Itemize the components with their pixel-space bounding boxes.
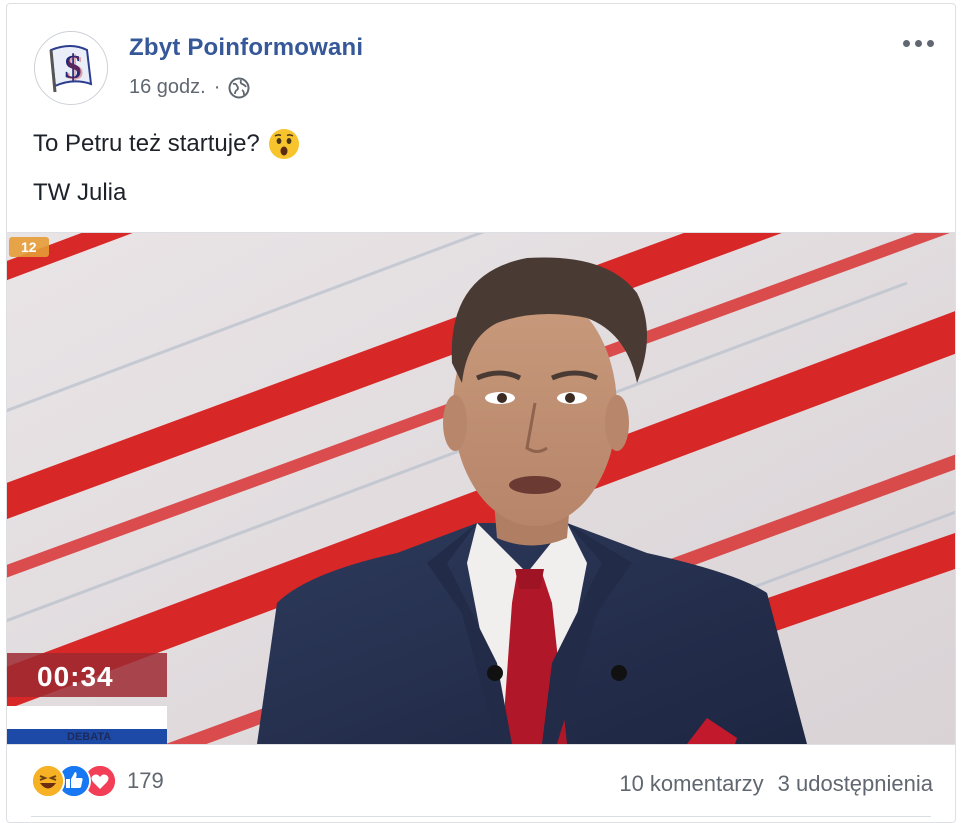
- globe-icon[interactable]: [228, 77, 250, 99]
- post-timestamp[interactable]: 16 godz.: [129, 76, 206, 99]
- debate-photo-image: [7, 233, 955, 744]
- engagement-stats: 10 komentarzy 3 udostępnienia: [619, 771, 933, 797]
- post-photo[interactable]: 00:34 DEBATA 12: [7, 232, 955, 745]
- post-text-line1: To Petru też startuje?: [33, 128, 300, 160]
- reaction-count[interactable]: 179: [127, 768, 164, 794]
- post-card: $ $ Zbyt Poinformowani 16 godz. · To Pet…: [6, 3, 956, 823]
- page-name-link[interactable]: Zbyt Poinformowani: [129, 34, 363, 62]
- channel-badge: 12: [21, 239, 37, 255]
- footer-divider: [31, 816, 931, 817]
- post-text: To Petru też startuje?: [33, 130, 260, 157]
- post-text-line2: TW Julia: [33, 179, 127, 206]
- dollar-flag-logo-icon: $ $: [35, 32, 107, 104]
- meta-separator: ·: [213, 76, 221, 98]
- comments-count-link[interactable]: 10 komentarzy: [619, 771, 763, 797]
- haha-icon: [31, 764, 65, 798]
- reactions-summary[interactable]: 179: [31, 764, 164, 798]
- page-avatar[interactable]: $ $: [34, 31, 108, 105]
- debate-banner-label: DEBATA: [67, 731, 112, 743]
- astonished-face-emoji-icon: [268, 129, 299, 159]
- shares-count-link[interactable]: 3 udostępnienia: [778, 771, 933, 797]
- timer-label: 00:34: [37, 661, 114, 692]
- svg-text:$: $: [67, 50, 84, 87]
- more-options-icon[interactable]: [903, 36, 937, 50]
- post-meta: 16 godz. ·: [129, 76, 250, 99]
